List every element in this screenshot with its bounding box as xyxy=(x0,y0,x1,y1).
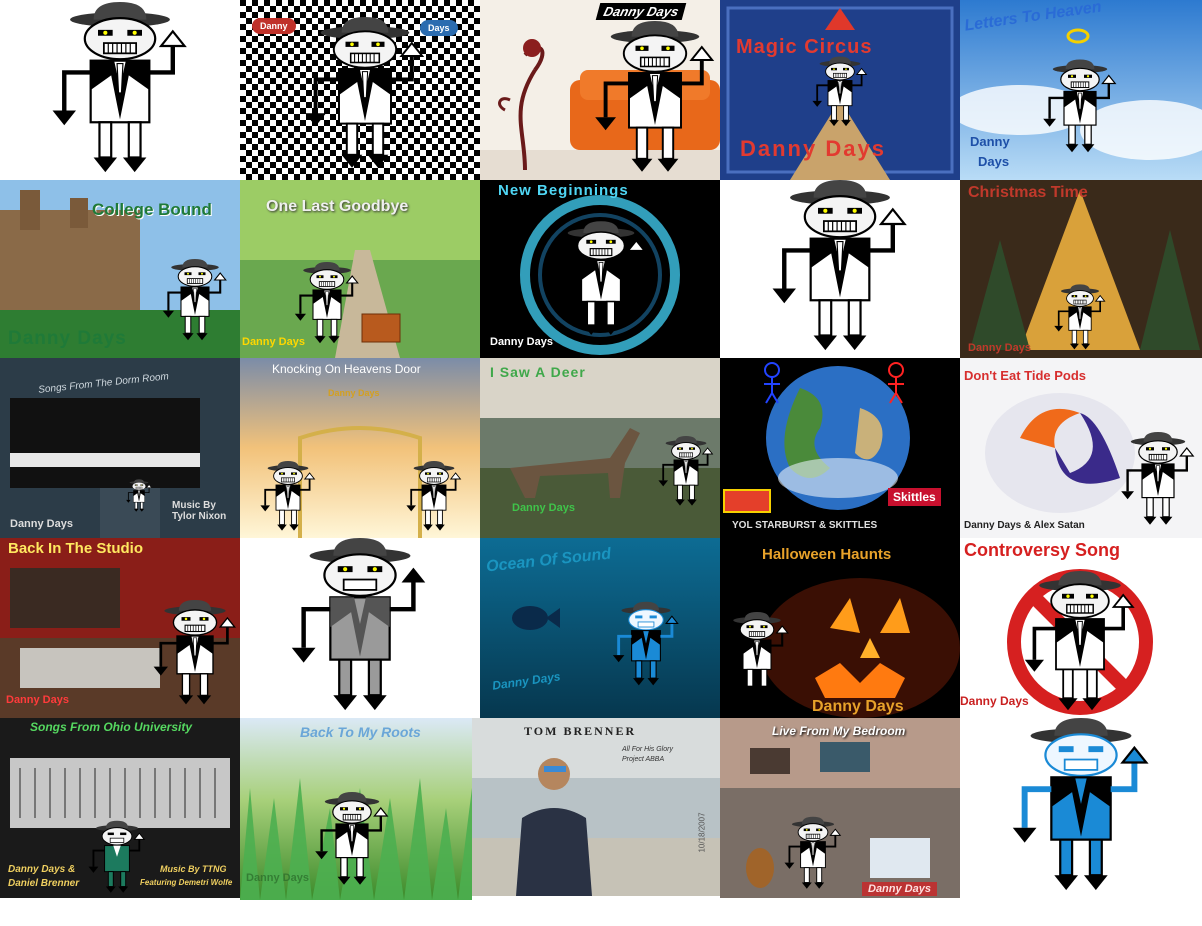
title-label: New Beginnings xyxy=(498,182,629,199)
artist-label-1: Danny Days & xyxy=(8,864,76,875)
danny-days-character-icon xyxy=(86,818,148,898)
days-badge: Days xyxy=(420,20,458,36)
album-cover-13[interactable]: I Saw A Deer Danny Days xyxy=(480,358,720,538)
artist-label: Danny Days xyxy=(490,336,553,348)
album-cover-15[interactable]: Don't Eat Tide Pods Danny Days & Alex Sa… xyxy=(960,358,1202,538)
title-label: Controversy Song xyxy=(964,540,1121,560)
artist-label: Danny Days xyxy=(242,336,305,348)
danny-days-character-icon xyxy=(312,782,392,898)
artist-label: Danny Days xyxy=(862,882,937,896)
artist-label: Danny Days xyxy=(740,136,886,161)
album-cover-21[interactable]: Songs From Ohio University Danny Days & … xyxy=(0,718,240,898)
danny-days-character-icon xyxy=(1118,430,1198,530)
album-cover-18[interactable]: Ocean Of Sound Danny Days xyxy=(480,538,720,718)
danny-days-character-icon-left xyxy=(258,458,318,536)
title-label: TOM BRENNER xyxy=(524,724,637,738)
album-cover-25[interactable] xyxy=(960,718,1202,898)
album-cover-08[interactable]: New Beginnings Danny Days xyxy=(480,180,720,358)
title-label: Don't Eat Tide Pods xyxy=(964,368,1087,383)
album-cover-03[interactable]: Danny Days xyxy=(480,0,720,180)
danny-days-character-icon xyxy=(5,2,235,178)
title-label: Back In The Studio xyxy=(8,540,144,557)
brand-label-1: Skittles xyxy=(888,488,941,506)
danny-days-character-icon xyxy=(782,810,844,898)
artist-label-2: Daniel Brenner xyxy=(8,878,80,889)
danny-days-character-icon xyxy=(1040,45,1120,170)
album-cover-19[interactable]: Halloween Haunts Danny Days xyxy=(720,538,960,718)
album-cover-23[interactable]: TOM BRENNER All For His Glory Project AB… xyxy=(472,718,720,896)
title-label: One Last Goodbye xyxy=(266,198,409,215)
credit-label-2: Featuring Demetri Wolfe xyxy=(140,878,233,887)
title-label: College Bound xyxy=(92,200,212,219)
title-label: Back To My Roots xyxy=(300,724,421,740)
artist-label: Danny Days & Alex Satan xyxy=(964,520,1085,531)
danny-days-character-icon xyxy=(722,180,958,356)
subtitle-label-2: Project ABBA xyxy=(622,756,665,763)
album-cover-05[interactable]: Letters To Heaven Danny Days xyxy=(960,0,1202,180)
artist-label: Danny Days xyxy=(6,694,69,706)
danny-days-character-icon xyxy=(125,478,153,514)
artist-label-1: Danny xyxy=(970,134,1010,149)
title-label: Halloween Haunts xyxy=(762,546,892,563)
artist-label: Danny Days xyxy=(10,518,73,530)
danny-days-character-icon xyxy=(610,590,682,700)
album-cover-20[interactable]: Controversy Song Danny Days xyxy=(960,538,1202,718)
danny-days-character-icon xyxy=(242,538,478,716)
title-label: Songs From Ohio University xyxy=(30,720,193,734)
title-label: Christmas Time xyxy=(968,184,1088,201)
earth-background xyxy=(723,362,910,513)
credit-label: Music By Tylor Nixon xyxy=(172,500,227,522)
album-cover-24[interactable]: Live From My Bedroom Danny Days xyxy=(720,718,960,898)
album-cover-12[interactable]: Knocking On Heavens Door Danny Days xyxy=(240,358,480,538)
album-cover-16[interactable]: Back In The Studio Danny Days xyxy=(0,538,240,718)
artist-label: Danny Days xyxy=(968,342,1031,354)
beach-photo-background xyxy=(472,718,720,896)
album-cover-11[interactable]: Songs From The Dorm Room Danny Days Musi… xyxy=(0,358,240,538)
danny-days-character-icon xyxy=(1020,570,1140,716)
danny-days-character-icon xyxy=(810,55,870,130)
album-cover-04[interactable]: Magic Circus Danny Days xyxy=(720,0,960,180)
artist-label: Danny Days xyxy=(512,502,575,514)
title-label: YOL STARBURST & SKITTLES xyxy=(732,520,878,531)
album-cover-01[interactable] xyxy=(0,0,240,180)
danny-days-character-icon xyxy=(590,20,720,178)
danny-days-character-icon xyxy=(160,246,230,356)
album-cover-07[interactable]: One Last Goodbye Danny Days xyxy=(240,180,480,358)
danny-days-character-icon xyxy=(962,718,1200,896)
danny-days-character-icon-right xyxy=(404,458,464,536)
danny-badge: Danny xyxy=(252,18,296,34)
credit-label-1: Music By TTNG xyxy=(160,864,227,874)
album-cover-10[interactable]: Christmas Time Danny Days xyxy=(960,180,1202,358)
subtitle-label-1: All For His Glory xyxy=(622,746,673,753)
artist-label: Danny Days xyxy=(595,3,687,20)
title-label: Knocking On Heavens Door xyxy=(272,362,421,376)
album-cover-17[interactable] xyxy=(240,538,480,718)
artist-label: Danny Days xyxy=(328,388,380,398)
danny-days-character-icon xyxy=(722,596,792,712)
artist-label: Danny Days xyxy=(812,698,904,715)
title-label: I Saw A Deer xyxy=(490,364,586,380)
danny-days-character-icon xyxy=(300,12,430,178)
album-cover-14[interactable]: Skittles YOL STARBURST & SKITTLES xyxy=(720,358,960,538)
artist-label: Danny Days xyxy=(960,694,1029,708)
artist-label: Danny Days xyxy=(8,328,127,349)
artist-label-2: Days xyxy=(978,154,1010,169)
album-cover-09[interactable] xyxy=(720,180,960,358)
title-label: Live From My Bedroom xyxy=(772,724,906,738)
date-label: 10/18/2007 xyxy=(697,812,707,853)
danny-days-character-icon xyxy=(656,424,716,520)
artist-label: Danny Days xyxy=(246,872,309,884)
danny-days-character-icon xyxy=(552,204,650,356)
album-cover-22[interactable]: Back To My Roots Danny Days xyxy=(240,718,472,900)
danny-days-character-icon xyxy=(1052,280,1108,356)
danny-days-character-icon xyxy=(150,594,240,714)
album-cover-02[interactable]: Danny Days xyxy=(240,0,480,180)
album-cover-06[interactable]: College Bound Danny Days xyxy=(0,180,240,358)
